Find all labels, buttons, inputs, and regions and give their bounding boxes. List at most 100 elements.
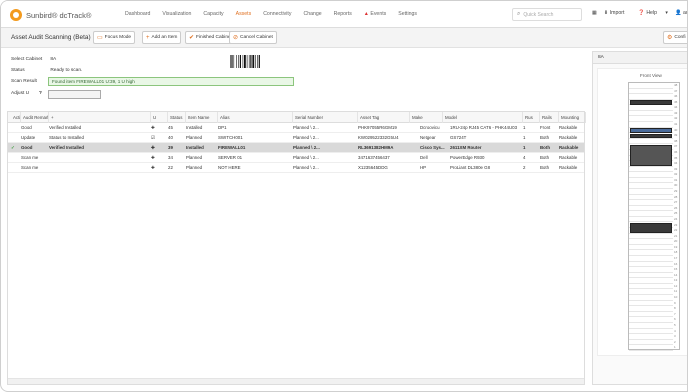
cell-mounting: Rackable xyxy=(559,155,578,160)
nav-assets[interactable]: Assets xyxy=(236,11,252,17)
column-header[interactable]: Rus xyxy=(523,112,540,123)
top-navigation: Sunbird® dcTrack® Dashboard Visualization… xyxy=(1,1,687,28)
table-row[interactable]: Good Verified Installed ✚ 45 Installed DP1 Pla… xyxy=(8,123,584,133)
help-button[interactable]: ❓ Help ▾ xyxy=(638,10,668,16)
cell-serial: KW029522332G5U4 xyxy=(358,135,399,140)
cell-model: GS724T xyxy=(450,135,467,140)
nav-settings[interactable]: Settings xyxy=(398,11,417,17)
check-icon[interactable] xyxy=(11,163,19,172)
scan-result-field: Found item FIREWALL01 U:39, 1 U high xyxy=(48,77,294,86)
column-header[interactable]: U xyxy=(151,112,168,123)
horizontal-scrollbar[interactable] xyxy=(8,378,584,384)
rack-device[interactable] xyxy=(630,223,672,234)
status-row: Status Ready to scan. xyxy=(11,68,82,73)
cell-name: DP1 xyxy=(218,125,227,130)
edit-icon[interactable]: ☑ xyxy=(151,133,165,142)
nav-dashboard[interactable]: Dashboard xyxy=(125,11,150,17)
column-header[interactable]: Alias xyxy=(218,112,293,123)
cell-status: Installed xyxy=(186,125,203,130)
cell-remarks: Status to Installed xyxy=(49,135,84,140)
cell-rus: 2 xyxy=(523,165,526,170)
cell-serial: PHK97055R6GM19 xyxy=(358,125,397,130)
cell-model: 2611XM Router xyxy=(450,145,482,150)
cell-remarks xyxy=(49,153,149,162)
cell-rus: 1 xyxy=(523,135,526,140)
gear-icon: ⚙ xyxy=(667,35,673,41)
front-view-label: Front View xyxy=(640,73,662,78)
plus-icon: + xyxy=(146,34,150,41)
scan-result-row: Scan Result xyxy=(11,79,49,84)
column-header[interactable]: Audit Remarks xyxy=(21,112,49,123)
column-header[interactable]: Status xyxy=(168,112,186,123)
add-item-button[interactable]: + Add an Item xyxy=(142,31,182,44)
check-icon[interactable] xyxy=(11,153,19,162)
status-value: Ready to scan. xyxy=(50,68,83,73)
nav-capacity[interactable]: Capacity xyxy=(203,11,223,17)
search-input[interactable]: Quick Search xyxy=(523,12,553,18)
check-icon[interactable] xyxy=(11,133,19,142)
cell-rus: 1 xyxy=(523,145,526,150)
rack-device[interactable] xyxy=(630,144,672,167)
adjust-u-input[interactable] xyxy=(48,90,101,99)
nav-events[interactable]: ▲ Events xyxy=(364,11,386,17)
table-row[interactable]: Scan me ✚ 34 Planned SERVER 01 Planned \ 2...… xyxy=(8,153,584,163)
cell-make: Netgear xyxy=(420,135,436,140)
nav-change[interactable]: Change xyxy=(303,11,321,17)
nav-label: Change xyxy=(303,11,322,17)
column-header[interactable]: + xyxy=(49,112,151,123)
nav-label: Reports xyxy=(333,11,352,17)
rack-elevation[interactable]: 48 47 46 45 44 43 42 41 40 39 38 37 36 35 34 33 32 31 30 29… xyxy=(628,82,680,351)
app-logo[interactable]: Sunbird® dcTrack® xyxy=(10,9,91,21)
rack-unit-slot[interactable] xyxy=(629,345,673,351)
focus-mode-button[interactable]: ▭ Focus Mode xyxy=(93,31,136,44)
configure-button[interactable]: ⚙ Confi xyxy=(663,31,687,44)
user-menu[interactable]: 👤 admin xyxy=(675,10,687,16)
plus-icon[interactable]: ✚ xyxy=(151,163,165,172)
cell-name: SERVER 01 xyxy=(218,155,243,160)
check-icon[interactable] xyxy=(11,123,19,132)
plus-icon[interactable]: ✚ xyxy=(151,123,165,132)
cancel-icon: ⊘ xyxy=(233,35,239,41)
cell-status: Installed xyxy=(186,145,204,150)
table-row[interactable]: ✓ Good Verified Installed ✚ 39 Installed FIREW… xyxy=(8,143,584,153)
column-header[interactable]: Rails xyxy=(540,112,559,123)
rack-device[interactable] xyxy=(630,133,672,139)
nav-connectivity[interactable]: Connectivity xyxy=(263,11,291,17)
cell-rus: 4 xyxy=(523,155,526,160)
column-header[interactable]: Model xyxy=(443,112,523,123)
column-header[interactable]: Asset Tag xyxy=(358,112,410,123)
rack-device[interactable] xyxy=(630,100,672,105)
cancel-cabinet-button[interactable]: ⊘ Cancel Cabinet xyxy=(229,31,277,44)
nav-visualization[interactable]: Visualization xyxy=(162,11,191,17)
table-row[interactable]: Scan me ✚ 22 Planned NOT HERE Planned \ 2... X… xyxy=(8,163,584,173)
nav-reports[interactable]: Reports xyxy=(334,11,352,17)
check-icon[interactable]: ✓ xyxy=(11,143,19,152)
cell-name: SWITCH001 xyxy=(218,135,243,140)
main-menu: Dashboard Visualization Capacity Assets Conn… xyxy=(125,11,429,17)
select-cabinet-value[interactable]: 8A xyxy=(50,57,56,62)
column-header[interactable]: Action xyxy=(11,112,21,123)
cell-model: ProLiant DL380e G8 xyxy=(450,165,491,170)
column-header[interactable]: Mounting xyxy=(559,112,586,123)
column-header[interactable]: Item Name xyxy=(186,112,218,123)
cell-name: FIREWALL01 xyxy=(218,145,246,150)
column-header[interactable]: Serial Number xyxy=(293,112,358,123)
help-circle-icon[interactable]: ? xyxy=(39,91,42,96)
plus-icon[interactable]: ✚ xyxy=(151,143,165,152)
column-header[interactable]: Make xyxy=(410,112,443,123)
header-tools: ▦ ⬇ Import ❓ Help ▾ 👤 admin xyxy=(592,10,687,16)
cell-status: Planned xyxy=(186,165,203,170)
status-label: Status xyxy=(11,68,25,73)
rack-unit-number: 1 xyxy=(674,345,676,350)
cell-u: 40 xyxy=(168,135,173,140)
table-row[interactable]: Update Status to Installed ☑ 40 Planned SWITC… xyxy=(8,133,584,143)
calendar-icon[interactable]: ▦ xyxy=(592,10,597,16)
plus-icon[interactable]: ✚ xyxy=(151,153,165,162)
cell-make: HP xyxy=(420,165,427,170)
configure-label: Confi xyxy=(674,35,686,40)
quick-search[interactable]: ⌕ Quick Search xyxy=(512,8,582,21)
import-button[interactable]: ⬇ Import xyxy=(604,10,632,16)
rack-panel-header: 8A xyxy=(593,52,687,64)
rack-device[interactable] xyxy=(630,128,672,133)
add-item-label: Add an Item xyxy=(151,35,178,40)
